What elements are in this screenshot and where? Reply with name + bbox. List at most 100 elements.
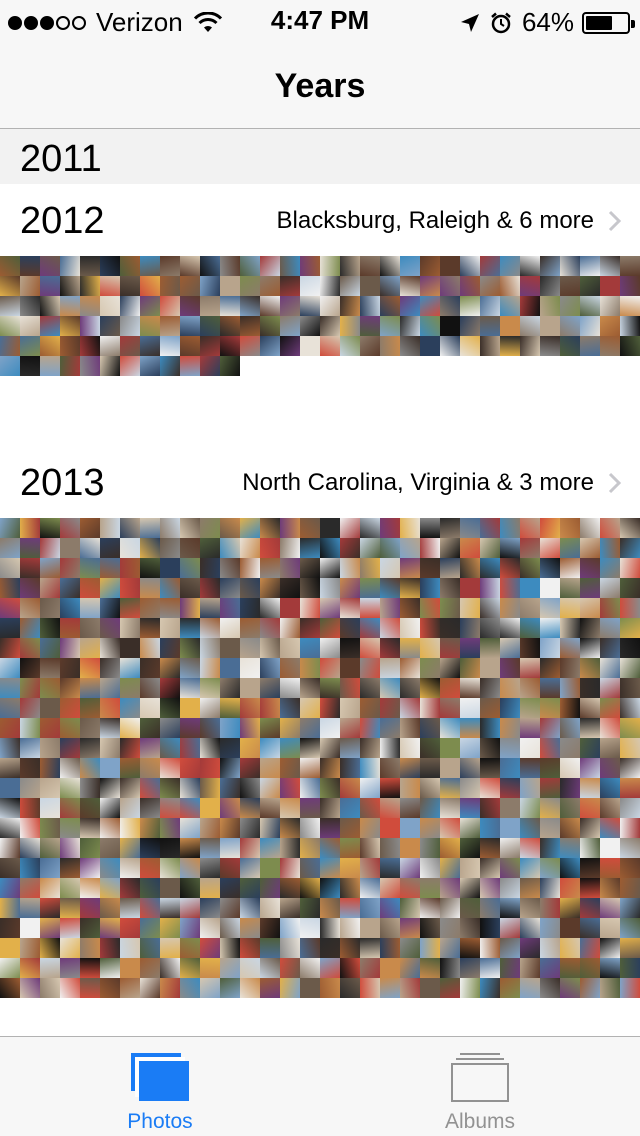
photo-thumbnail[interactable] [300,598,320,618]
photo-thumbnail[interactable] [20,316,40,336]
photo-thumbnail[interactable] [80,518,100,538]
photo-thumbnail[interactable] [380,838,400,858]
photo-thumbnail[interactable] [460,578,480,598]
photo-thumbnail[interactable] [200,618,220,638]
photo-thumbnail[interactable] [360,978,380,998]
photo-thumbnail[interactable] [380,316,400,336]
photo-thumbnail[interactable] [140,578,160,598]
photo-thumbnail[interactable] [260,738,280,758]
photo-thumbnail[interactable] [400,296,420,316]
photo-thumbnail[interactable] [620,778,640,798]
photo-thumbnail[interactable] [160,598,180,618]
photo-thumbnail[interactable] [600,658,620,678]
photo-thumbnail[interactable] [360,256,380,276]
photo-thumbnail[interactable] [240,978,260,998]
photo-thumbnail[interactable] [280,858,300,878]
photo-thumbnail[interactable] [260,618,280,638]
photo-thumbnail[interactable] [480,738,500,758]
photo-thumbnail[interactable] [300,898,320,918]
photo-thumbnail[interactable] [0,918,20,938]
photo-thumbnail[interactable] [0,336,20,356]
photo-thumbnail[interactable] [300,638,320,658]
photo-thumbnail[interactable] [560,296,580,316]
photo-thumbnail[interactable] [520,598,540,618]
photo-thumbnail[interactable] [20,558,40,578]
photo-thumbnail[interactable] [440,598,460,618]
photo-thumbnail[interactable] [200,678,220,698]
photo-thumbnail[interactable] [0,678,20,698]
photo-thumbnail[interactable] [480,538,500,558]
photo-thumbnail[interactable] [600,618,620,638]
photo-thumbnail[interactable] [180,256,200,276]
photo-thumbnail[interactable] [0,958,20,978]
photo-thumbnail[interactable] [420,718,440,738]
photo-thumbnail[interactable] [40,598,60,618]
photo-thumbnail[interactable] [280,316,300,336]
photo-thumbnail[interactable] [420,256,440,276]
photo-thumbnail[interactable] [160,898,180,918]
photo-thumbnail[interactable] [40,898,60,918]
photo-thumbnail[interactable] [260,638,280,658]
photo-thumbnail[interactable] [320,838,340,858]
photo-thumbnail[interactable] [40,798,60,818]
photo-thumbnail[interactable] [320,336,340,356]
photo-thumbnail[interactable] [120,356,140,376]
photo-thumbnail[interactable] [580,658,600,678]
photo-thumbnail[interactable] [20,858,40,878]
photo-thumbnail[interactable] [200,578,220,598]
photo-thumbnail[interactable] [160,336,180,356]
photo-thumbnail[interactable] [380,758,400,778]
photo-thumbnail[interactable] [440,838,460,858]
photo-thumbnail[interactable] [20,518,40,538]
photo-thumbnail[interactable] [120,798,140,818]
photo-thumbnail[interactable] [220,918,240,938]
photo-thumbnail[interactable] [100,958,120,978]
photo-thumbnail[interactable] [520,336,540,356]
photo-thumbnail[interactable] [360,718,380,738]
photo-thumbnail[interactable] [220,316,240,336]
photo-thumbnail[interactable] [120,778,140,798]
photo-thumbnail[interactable] [220,618,240,638]
photo-thumbnail[interactable] [560,698,580,718]
photo-thumbnail[interactable] [380,798,400,818]
photo-thumbnail[interactable] [580,778,600,798]
photo-thumbnail[interactable] [100,356,120,376]
photo-thumbnail[interactable] [620,618,640,638]
photo-thumbnail[interactable] [40,838,60,858]
photo-thumbnail[interactable] [560,898,580,918]
photo-thumbnail[interactable] [560,978,580,998]
photo-thumbnail[interactable] [480,618,500,638]
photo-thumbnail[interactable] [380,658,400,678]
photo-thumbnail[interactable] [160,356,180,376]
photo-thumbnail[interactable] [420,316,440,336]
photo-thumbnail[interactable] [320,918,340,938]
photo-thumbnail[interactable] [280,958,300,978]
photo-thumbnail[interactable] [280,256,300,276]
photo-thumbnail[interactable] [0,538,20,558]
photo-thumbnail[interactable] [260,918,280,938]
photo-thumbnail[interactable] [40,638,60,658]
photo-thumbnail[interactable] [620,798,640,818]
photo-thumbnail[interactable] [220,758,240,778]
photo-thumbnail[interactable] [40,658,60,678]
photo-thumbnail[interactable] [340,938,360,958]
photo-thumbnail[interactable] [600,336,620,356]
photo-thumbnail[interactable] [600,938,620,958]
photo-thumbnail[interactable] [60,938,80,958]
photo-thumbnail[interactable] [220,356,240,376]
photo-thumbnail[interactable] [260,558,280,578]
photo-thumbnail[interactable] [500,336,520,356]
photo-thumbnail[interactable] [160,698,180,718]
photo-thumbnail[interactable] [0,256,20,276]
photo-thumbnail[interactable] [0,598,20,618]
photo-thumbnail[interactable] [80,698,100,718]
photo-thumbnail[interactable] [100,698,120,718]
photo-thumbnail[interactable] [120,758,140,778]
photo-thumbnail[interactable] [600,878,620,898]
photo-thumbnail[interactable] [140,978,160,998]
photo-thumbnail[interactable] [200,738,220,758]
photo-thumbnail[interactable] [300,858,320,878]
photo-thumbnail[interactable] [540,518,560,538]
photo-thumbnail[interactable] [80,758,100,778]
photo-thumbnail[interactable] [260,758,280,778]
